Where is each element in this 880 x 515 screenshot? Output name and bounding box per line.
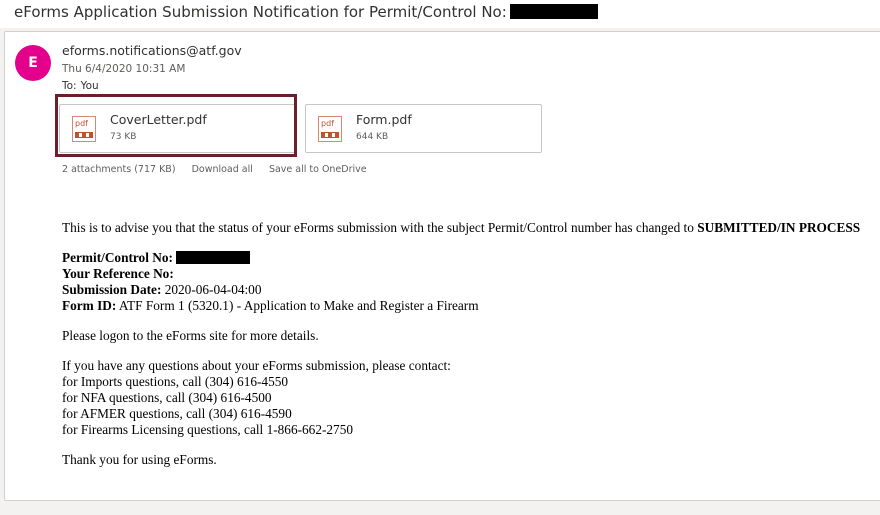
recipient-line: To: You [62, 80, 99, 92]
pdf-file-icon: pdf [318, 116, 342, 142]
contact-line: for NFA questions, call (304) 616-4500 [62, 390, 272, 405]
reference-label: Your Reference No: [62, 266, 174, 281]
message-body: This is to advise you that the status of… [62, 220, 880, 468]
contact-line: for Imports questions, call (304) 616-45… [62, 374, 289, 389]
download-all-link[interactable]: Download all [192, 164, 253, 175]
redacted-permit-number [509, 4, 598, 19]
subject-bar: eForms Application Submission Notificati… [0, 0, 880, 28]
questions-line: If you have any questions about your eFo… [62, 358, 451, 373]
form-value: ATF Form 1 (5320.1) - Application to Mak… [118, 298, 479, 313]
form-label: Form ID: [62, 298, 117, 313]
status-text: SUBMITTED/IN PROCESS [697, 220, 861, 235]
contact-line: for AFMER questions, call (304) 616-4590 [62, 406, 292, 421]
sender-address[interactable]: eforms.notifications@atf.gov [62, 43, 242, 58]
attachment-focus-highlight [55, 94, 297, 157]
recipient-name[interactable]: You [81, 80, 99, 92]
contact-line: for Firearms Licensing questions, call 1… [62, 422, 353, 437]
save-to-onedrive-link[interactable]: Save all to OneDrive [269, 164, 367, 175]
attachment-actions: 2 attachments (717 KB) Download all Save… [62, 164, 380, 175]
submission-label: Submission Date: [62, 282, 162, 297]
pdf-icon-text: pdf [321, 119, 334, 128]
submission-value: 2020-06-04-04:00 [164, 282, 262, 297]
to-label: To: [62, 80, 77, 92]
message-date: Thu 6/4/2020 10:31 AM [62, 63, 186, 75]
submission-line: Submission Date: 2020-06-04-04:00 [62, 282, 880, 298]
attachment-name: Form.pdf [356, 112, 412, 127]
form-line: Form ID: ATF Form 1 (5320.1) - Applicati… [62, 298, 880, 314]
attachments-summary: 2 attachments (717 KB) [62, 164, 176, 175]
thanks-line: Thank you for using eForms. [62, 452, 217, 467]
permit-line: Permit/Control No: [62, 250, 880, 266]
subject-text: eForms Application Submission Notificati… [14, 3, 507, 21]
status-paragraph: This is to advise you that the status of… [62, 220, 880, 236]
attachment-form[interactable]: pdf Form.pdf 644 KB [305, 104, 542, 153]
redacted-permit-number [176, 251, 251, 264]
permit-label: Permit/Control No: [62, 250, 173, 265]
sender-avatar[interactable]: E [15, 45, 51, 81]
attachment-size: 644 KB [356, 132, 389, 142]
email-subject: eForms Application Submission Notificati… [14, 3, 598, 21]
reference-line: Your Reference No: [62, 266, 880, 282]
message-card: E eforms.notifications@atf.gov Thu 6/4/2… [4, 31, 880, 501]
intro-text: This is to advise you that the status of… [62, 220, 694, 235]
logon-paragraph: Please logon to the eForms site for more… [62, 328, 319, 343]
